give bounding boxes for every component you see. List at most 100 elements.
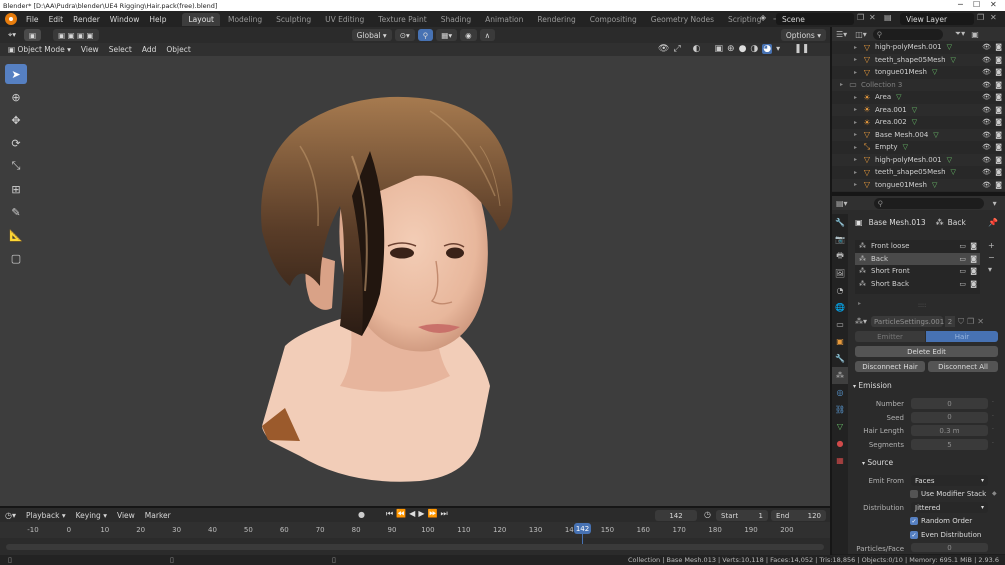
maximize-icon[interactable]: ☐ (973, 0, 980, 9)
expand-arrow-icon[interactable]: ▸ (854, 106, 862, 113)
visibility-eye-icon[interactable]: 👁 (982, 93, 991, 101)
outliner-search-input[interactable]: ⚲ (872, 28, 943, 40)
viewport-menu-object[interactable]: Object (161, 45, 195, 54)
jump-end-icon[interactable]: ⏭ (440, 509, 450, 518)
visibility-eye-icon[interactable]: 👁 (982, 56, 991, 64)
visibility-eye-icon[interactable]: 👁 (982, 68, 991, 76)
viewport-menu-select[interactable]: Select (104, 45, 137, 54)
list-expand-icon[interactable]: ▸ (858, 300, 861, 307)
next-keyframe-icon[interactable]: ⏩ (427, 509, 440, 518)
shading-dropdown-icon[interactable]: ▾ (776, 44, 780, 54)
even-distribution-checkbox[interactable]: ✓ Even Distribution (910, 531, 981, 539)
transform-tool-icon[interactable]: ⊞ (5, 179, 27, 199)
emit-from-dropdown[interactable]: Faces ▾ (911, 475, 988, 486)
menu-edit[interactable]: Edit (44, 15, 69, 24)
render-camera-icon[interactable]: ◙ (995, 131, 1002, 139)
render-camera-icon[interactable]: ◙ (995, 106, 1002, 114)
tab-world-icon[interactable]: 🌐 (832, 299, 848, 316)
render-camera-icon[interactable]: ◙ (995, 56, 1002, 64)
tab-tool-icon[interactable]: 🔧 (832, 214, 848, 231)
start-frame-field[interactable]: Start 1 (716, 510, 768, 521)
outliner-row[interactable]: ▸ ☀ Area.001 ▽ 👁 ◙ (832, 103, 1005, 116)
outliner-editor-icon[interactable]: ☰▾ (836, 30, 847, 39)
render-camera-icon[interactable]: ◙ (995, 43, 1002, 51)
display-mode-icon[interactable]: ◫▾ (855, 30, 867, 39)
properties-search-input[interactable]: ⚲ (873, 197, 984, 209)
shading-solid-icon[interactable]: ● (739, 44, 747, 54)
use-modifier-stack-checkbox[interactable]: Use Modifier Stack (910, 490, 986, 498)
particle-system-row[interactable]: ⁂ Back ▭ ◙ (855, 252, 980, 265)
render-camera-icon[interactable]: ◙ (995, 68, 1002, 76)
outliner-row[interactable]: ▸ ▽ teeth_shape05Mesh ▽ 👁 ◙ (832, 53, 1005, 66)
users-count[interactable]: 2 (945, 316, 956, 327)
timeline-scrollbar[interactable] (6, 544, 824, 550)
minimize-icon[interactable]: ─ (958, 0, 963, 9)
particle-system-row[interactable]: ⁂ Short Back ▭ ◙ (855, 278, 980, 291)
select-mode-buttons[interactable]: ▣ ▣ ▣ ▣ (53, 29, 99, 41)
shading-wireframe-icon[interactable]: ⊕ (727, 44, 735, 54)
visibility-eye-icon[interactable]: 👁 (982, 106, 991, 114)
delete-edit-button[interactable]: Delete Edit (855, 346, 998, 357)
decorator-dot[interactable]: · (992, 440, 994, 447)
source-panel-header[interactable]: ▾ Source (862, 458, 893, 467)
annotate-tool-icon[interactable]: ✎ (5, 202, 27, 222)
tab-compositing[interactable]: Compositing (584, 13, 643, 26)
tab-geometry-nodes[interactable]: Geometry Nodes (645, 13, 720, 26)
decorator-dot[interactable]: · (992, 399, 994, 406)
decorator-dot[interactable]: · (992, 413, 994, 420)
fake-user-icon[interactable]: ⛉ (958, 317, 964, 327)
render-camera-icon[interactable]: ◙ (995, 168, 1002, 176)
scene-icon[interactable]: ◈ (760, 13, 774, 25)
preview-range-icon[interactable]: ◷ (704, 510, 711, 519)
expand-arrow-icon[interactable]: ▸ (854, 44, 862, 51)
snap-target-dropdown[interactable]: ▦▾ (436, 29, 458, 41)
menu-window[interactable]: Window (105, 15, 145, 24)
shading-material-icon[interactable]: ◑ (750, 44, 758, 54)
scene-selector[interactable]: Scene (776, 13, 854, 25)
tab-modifiers-icon[interactable]: 🔧 (832, 350, 848, 367)
visibility-eye-icon[interactable]: 👁 (982, 143, 991, 151)
overlay-toggle-icon[interactable]: ◐ (693, 44, 701, 54)
show-viewport-icon[interactable]: ▭ (959, 280, 966, 288)
show-viewport-icon[interactable]: ▭ (959, 255, 966, 263)
render-camera-icon[interactable]: ◙ (995, 118, 1002, 126)
render-camera-icon[interactable]: ◙ (995, 156, 1002, 164)
particle-system-row[interactable]: ⁂ Front loose ▭ ◙ (855, 240, 980, 253)
remove-system-icon[interactable]: − (988, 252, 995, 264)
type-emitter-button[interactable]: Emitter (855, 331, 925, 342)
view-layer-icon[interactable]: ▤ (884, 13, 898, 25)
falloff-dropdown[interactable]: ∧ (479, 29, 496, 41)
tab-animation[interactable]: Animation (479, 13, 529, 26)
editor-type-button[interactable]: ⌖▾ (3, 29, 21, 41)
copy-scene-icon[interactable]: ❐ (857, 13, 867, 25)
outliner-row[interactable]: ▸ ▽ teeth_shape05Mesh ▽ 👁 ◙ (832, 166, 1005, 179)
show-render-icon[interactable]: ◙ (970, 255, 977, 263)
visibility-eye-icon[interactable]: 👁 (982, 43, 991, 51)
visibility-eye-icon[interactable]: 👁 (982, 168, 991, 176)
pause-render-icon[interactable]: ❚❚ (794, 44, 809, 54)
properties-editor-icon[interactable]: ▤▾ (836, 199, 848, 208)
playhead[interactable]: 142 (574, 523, 591, 534)
expand-arrow-icon[interactable]: ▸ (854, 119, 862, 126)
visibility-eye-icon[interactable]: 👁 (982, 181, 991, 189)
particle-settings-icon[interactable]: ⁂▾ (855, 317, 867, 326)
record-icon[interactable]: ● (358, 510, 365, 519)
show-render-icon[interactable]: ◙ (970, 280, 977, 288)
expand-arrow-icon[interactable]: ▸ (854, 94, 862, 101)
duplicate-icon[interactable]: ❐ (967, 317, 974, 326)
show-viewport-icon[interactable]: ▭ (959, 267, 966, 275)
particle-system-row[interactable]: ⁂ Short Front ▭ ◙ (855, 265, 980, 278)
tab-texture-icon[interactable]: ▦ (832, 452, 848, 469)
transform-orientation-dropdown[interactable]: Global ▾ (351, 29, 392, 41)
select-box-tool-icon[interactable]: ➤ (5, 64, 27, 84)
3d-viewport[interactable] (0, 56, 830, 506)
viewport-menu-view[interactable]: View (76, 45, 104, 54)
play-reverse-icon[interactable]: ◀ (409, 509, 418, 518)
expand-arrow-icon[interactable]: ▸ (854, 131, 862, 138)
timeline-menu-marker[interactable]: Marker (140, 511, 176, 520)
scale-tool-icon[interactable]: ⤡ (5, 156, 27, 176)
outliner-row[interactable]: ▸ ▽ Base Mesh.004 ▽ 👁 ◙ (832, 128, 1005, 141)
emission-panel-header[interactable]: ▾ Emission (853, 381, 892, 390)
menu-help[interactable]: Help (144, 15, 171, 24)
current-frame-field[interactable]: 142 (655, 510, 697, 521)
